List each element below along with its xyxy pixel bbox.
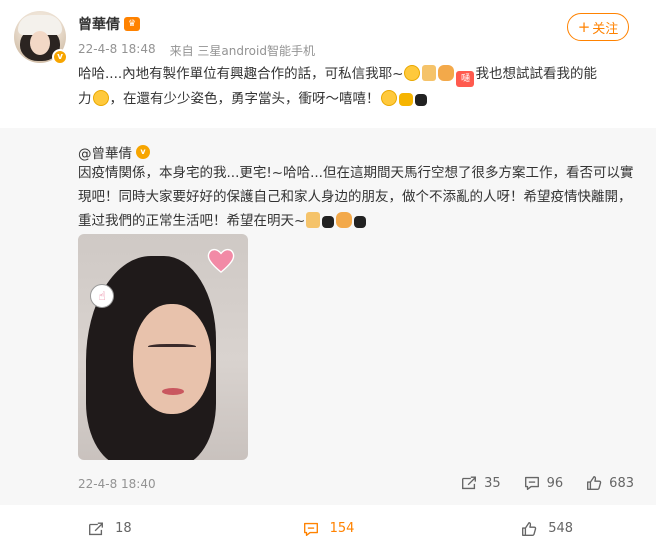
- original-author-row: @曾華倩 v: [78, 142, 150, 162]
- muscle-emoji-icon: [336, 212, 353, 228]
- verified-badge-icon: v: [52, 49, 68, 65]
- original-like-button[interactable]: 683: [585, 474, 634, 492]
- repost-icon: [462, 476, 477, 490]
- repost-icon: [89, 521, 104, 535]
- like-count: 548: [548, 521, 574, 536]
- heart-sticker-icon: [207, 248, 235, 274]
- muscle-emoji-icon: [438, 65, 455, 81]
- thumbs-up-icon: [587, 476, 602, 490]
- original-comment-button[interactable]: 96: [523, 474, 564, 492]
- tongue-emoji-icon: [92, 90, 109, 106]
- comment-icon: [303, 522, 318, 536]
- post-text-4: ，在還有少少姿色，勇字當头，衝呀～嘻嘻！: [109, 91, 380, 107]
- black-heart-icon: [354, 216, 367, 228]
- original-post-body: 因疫情関係，本身宅的我...更宅!~哈哈...但在這期間天馬行空想了很多方案工作…: [78, 161, 638, 233]
- post-body: 哈哈....內地有製作單位有興趣合作的話，可私信我耶~ 嗵我也想試試看我的能 力 ，…: [78, 62, 638, 111]
- black-heart-icon: [322, 216, 335, 228]
- post-text-3: 力: [78, 91, 92, 107]
- reposted-content: @曾華倩 v 因疫情関係，本身宅的我...更宅!~哈哈...但在這期間天馬行空想…: [0, 128, 656, 505]
- post-text-2: 我也想試試看我的能: [475, 66, 597, 82]
- original-timestamp[interactable]: 22-4-8 18:40: [78, 477, 156, 491]
- follow-label: 关注: [592, 21, 619, 37]
- member-crown-icon: ♛: [124, 17, 140, 31]
- author-name[interactable]: 曾華倩: [78, 14, 120, 34]
- verified-badge-icon: v: [136, 145, 150, 159]
- like-button[interactable]: 548: [437, 505, 656, 552]
- post-source: 来自 三星android智能手机: [169, 44, 315, 58]
- pray-emoji-icon: [422, 65, 437, 81]
- author-avatar[interactable]: v: [14, 11, 68, 65]
- post-timestamp[interactable]: 22-4-8 18:48: [78, 42, 156, 59]
- hand-sticker-icon: ☝: [90, 284, 114, 308]
- original-author-name[interactable]: @曾華倩: [78, 142, 132, 162]
- hug-emoji-icon: [380, 90, 397, 106]
- sticker-tag-icon: 嗵: [456, 71, 475, 87]
- original-actions: 35 96 683: [460, 474, 634, 492]
- original-repost-count: 35: [484, 475, 501, 491]
- post-action-bar: 18 154 548: [0, 505, 656, 552]
- thumbs-up-icon: [522, 521, 537, 536]
- original-comment-count: 96: [546, 475, 564, 491]
- yellow-heart-icon: [398, 93, 413, 106]
- comment-icon: [524, 476, 539, 490]
- comment-count: 154: [329, 521, 355, 536]
- post-photo[interactable]: ☝: [78, 234, 248, 460]
- post-text-1: 哈哈....內地有製作單位有興趣合作的話，可私信我耶~: [78, 66, 404, 82]
- repost-count: 18: [115, 521, 132, 536]
- post-meta: 22-4-8 18:48 来自 三星android智能手机: [78, 42, 315, 59]
- original-like-count: 683: [609, 475, 634, 491]
- author-name-row: 曾華倩 ♛: [78, 14, 140, 34]
- comment-button[interactable]: 154: [219, 505, 438, 552]
- tongue-emoji-icon: [404, 65, 421, 81]
- original-repost-button[interactable]: 35: [460, 474, 501, 492]
- plus-icon: +: [577, 17, 591, 36]
- repost-button[interactable]: 18: [0, 505, 219, 552]
- black-heart-icon: [414, 94, 427, 106]
- follow-button[interactable]: + 关注: [567, 13, 629, 41]
- weibo-post-card: v 曾華倩 ♛ 22-4-8 18:48 来自 三星android智能手机 + …: [0, 0, 656, 552]
- pray-emoji-icon: [306, 212, 321, 228]
